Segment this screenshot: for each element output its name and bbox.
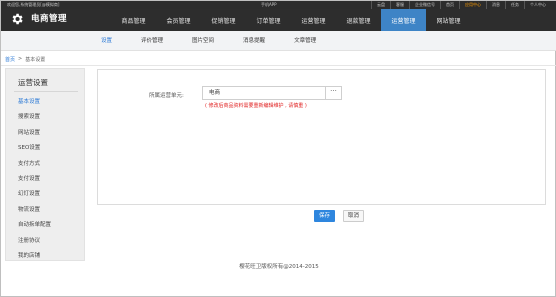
cancel-button[interactable]: 取消 (343, 210, 364, 222)
warning-hint: ( 修改后商品资料需要重新编辑维护 , 请慎重 ) (205, 103, 307, 109)
sidebar-item-seo[interactable]: SEO设置 (18, 141, 51, 156)
breadcrumb: 首页 > 基本设置 (5, 56, 45, 63)
sub-nav: 设置 评价管理 图片空间 消息提醒 文章管理 (1, 31, 556, 51)
more-icon[interactable]: ··· (325, 87, 341, 99)
footer-copyright: 樱花旺卫版权所有@2014-2015 (239, 264, 319, 270)
top-link-app-center[interactable]: 应用中心 (459, 1, 486, 9)
sidebar-menu: 基本设置 搜索设置 网站设置 SEO设置 支付方式 支付设置 幻灯设置 物流设置… (18, 95, 51, 264)
nav-promotion[interactable]: 促销管理 (201, 9, 246, 31)
sidebar: 运营设置 基本设置 搜索设置 网站设置 SEO设置 支付方式 支付设置 幻灯设置… (5, 68, 85, 261)
top-link-tasks[interactable]: 任务 (505, 1, 524, 9)
top-link-service[interactable]: 客服 (390, 1, 409, 9)
header: 电商管理 商品管理 会员管理 促销管理 订单管理 运营管理 退款管理 运营管理 … (1, 9, 556, 31)
breadcrumb-separator: > (18, 56, 23, 62)
top-link-messages[interactable]: 消息 (486, 1, 505, 9)
sidebar-item-payment-methods[interactable]: 支付方式 (18, 157, 51, 172)
top-bar: 欢迎您,系统管理员[@模拟商] 手机APP 云盘 客服 企业微信号 首页 应用中… (1, 1, 556, 9)
main-nav: 商品管理 会员管理 促销管理 订单管理 运营管理 退款管理 运营管理 网站管理 (111, 9, 471, 31)
sidebar-title: 运营设置 (18, 78, 48, 87)
top-links: 云盘 客服 企业微信号 首页 应用中心 消息 任务 个人中心 (371, 1, 551, 9)
nav-order[interactable]: 订单管理 (246, 9, 291, 31)
save-button[interactable]: 保存 (314, 210, 335, 222)
nav-website[interactable]: 网站管理 (426, 9, 471, 31)
nav-product[interactable]: 商品管理 (111, 9, 156, 31)
nav-member[interactable]: 会员管理 (156, 9, 201, 31)
nav-operation[interactable]: 运营管理 (291, 9, 336, 31)
top-link-wechat[interactable]: 企业微信号 (409, 1, 440, 9)
sidebar-item-agreement[interactable]: 注册协议 (18, 234, 51, 249)
sidebar-item-website[interactable]: 网站设置 (18, 126, 51, 141)
top-link-profile[interactable]: 个人中心 (524, 1, 551, 9)
sidebar-item-search[interactable]: 搜索设置 (18, 110, 51, 125)
sidebar-item-basic[interactable]: 基本设置 (18, 95, 51, 110)
operation-unit-input[interactable]: 电商 ··· (202, 86, 342, 100)
top-link-home[interactable]: 首页 (440, 1, 459, 9)
top-link-cloud[interactable]: 云盘 (371, 1, 390, 9)
sidebar-item-logistics[interactable]: 物流设置 (18, 203, 51, 218)
brand-title: 电商管理 (31, 14, 68, 24)
nav-refund[interactable]: 退款管理 (336, 9, 381, 31)
mobile-app-link[interactable]: 手机APP (261, 1, 277, 9)
gear-icon (12, 13, 23, 25)
nav-operation-active[interactable]: 运营管理 (381, 9, 426, 31)
divider (1, 65, 556, 66)
settings-panel: 所属运营单元: 电商 ··· ( 修改后商品资料需要重新编辑维护 , 请慎重 ) (97, 69, 546, 205)
subnav-images[interactable]: 图片空间 (192, 31, 214, 51)
operation-unit-label: 所属运营单元: (149, 93, 184, 99)
sidebar-divider (14, 91, 78, 92)
sidebar-item-slideshow[interactable]: 幻灯设置 (18, 187, 51, 202)
subnav-articles[interactable]: 文章管理 (294, 31, 316, 51)
sidebar-item-auto-split[interactable]: 自动拆单配置 (18, 218, 51, 233)
operation-unit-value: 电商 (209, 90, 221, 96)
breadcrumb-current: 基本设置 (25, 57, 46, 63)
sidebar-item-payment-settings[interactable]: 支付设置 (18, 172, 51, 187)
welcome-text: 欢迎您,系统管理员[@模拟商] (7, 2, 60, 7)
subnav-reviews[interactable]: 评价管理 (141, 31, 163, 51)
subnav-notifications[interactable]: 消息提醒 (243, 31, 265, 51)
subnav-settings[interactable]: 设置 (101, 31, 112, 51)
breadcrumb-home[interactable]: 首页 (5, 56, 15, 63)
